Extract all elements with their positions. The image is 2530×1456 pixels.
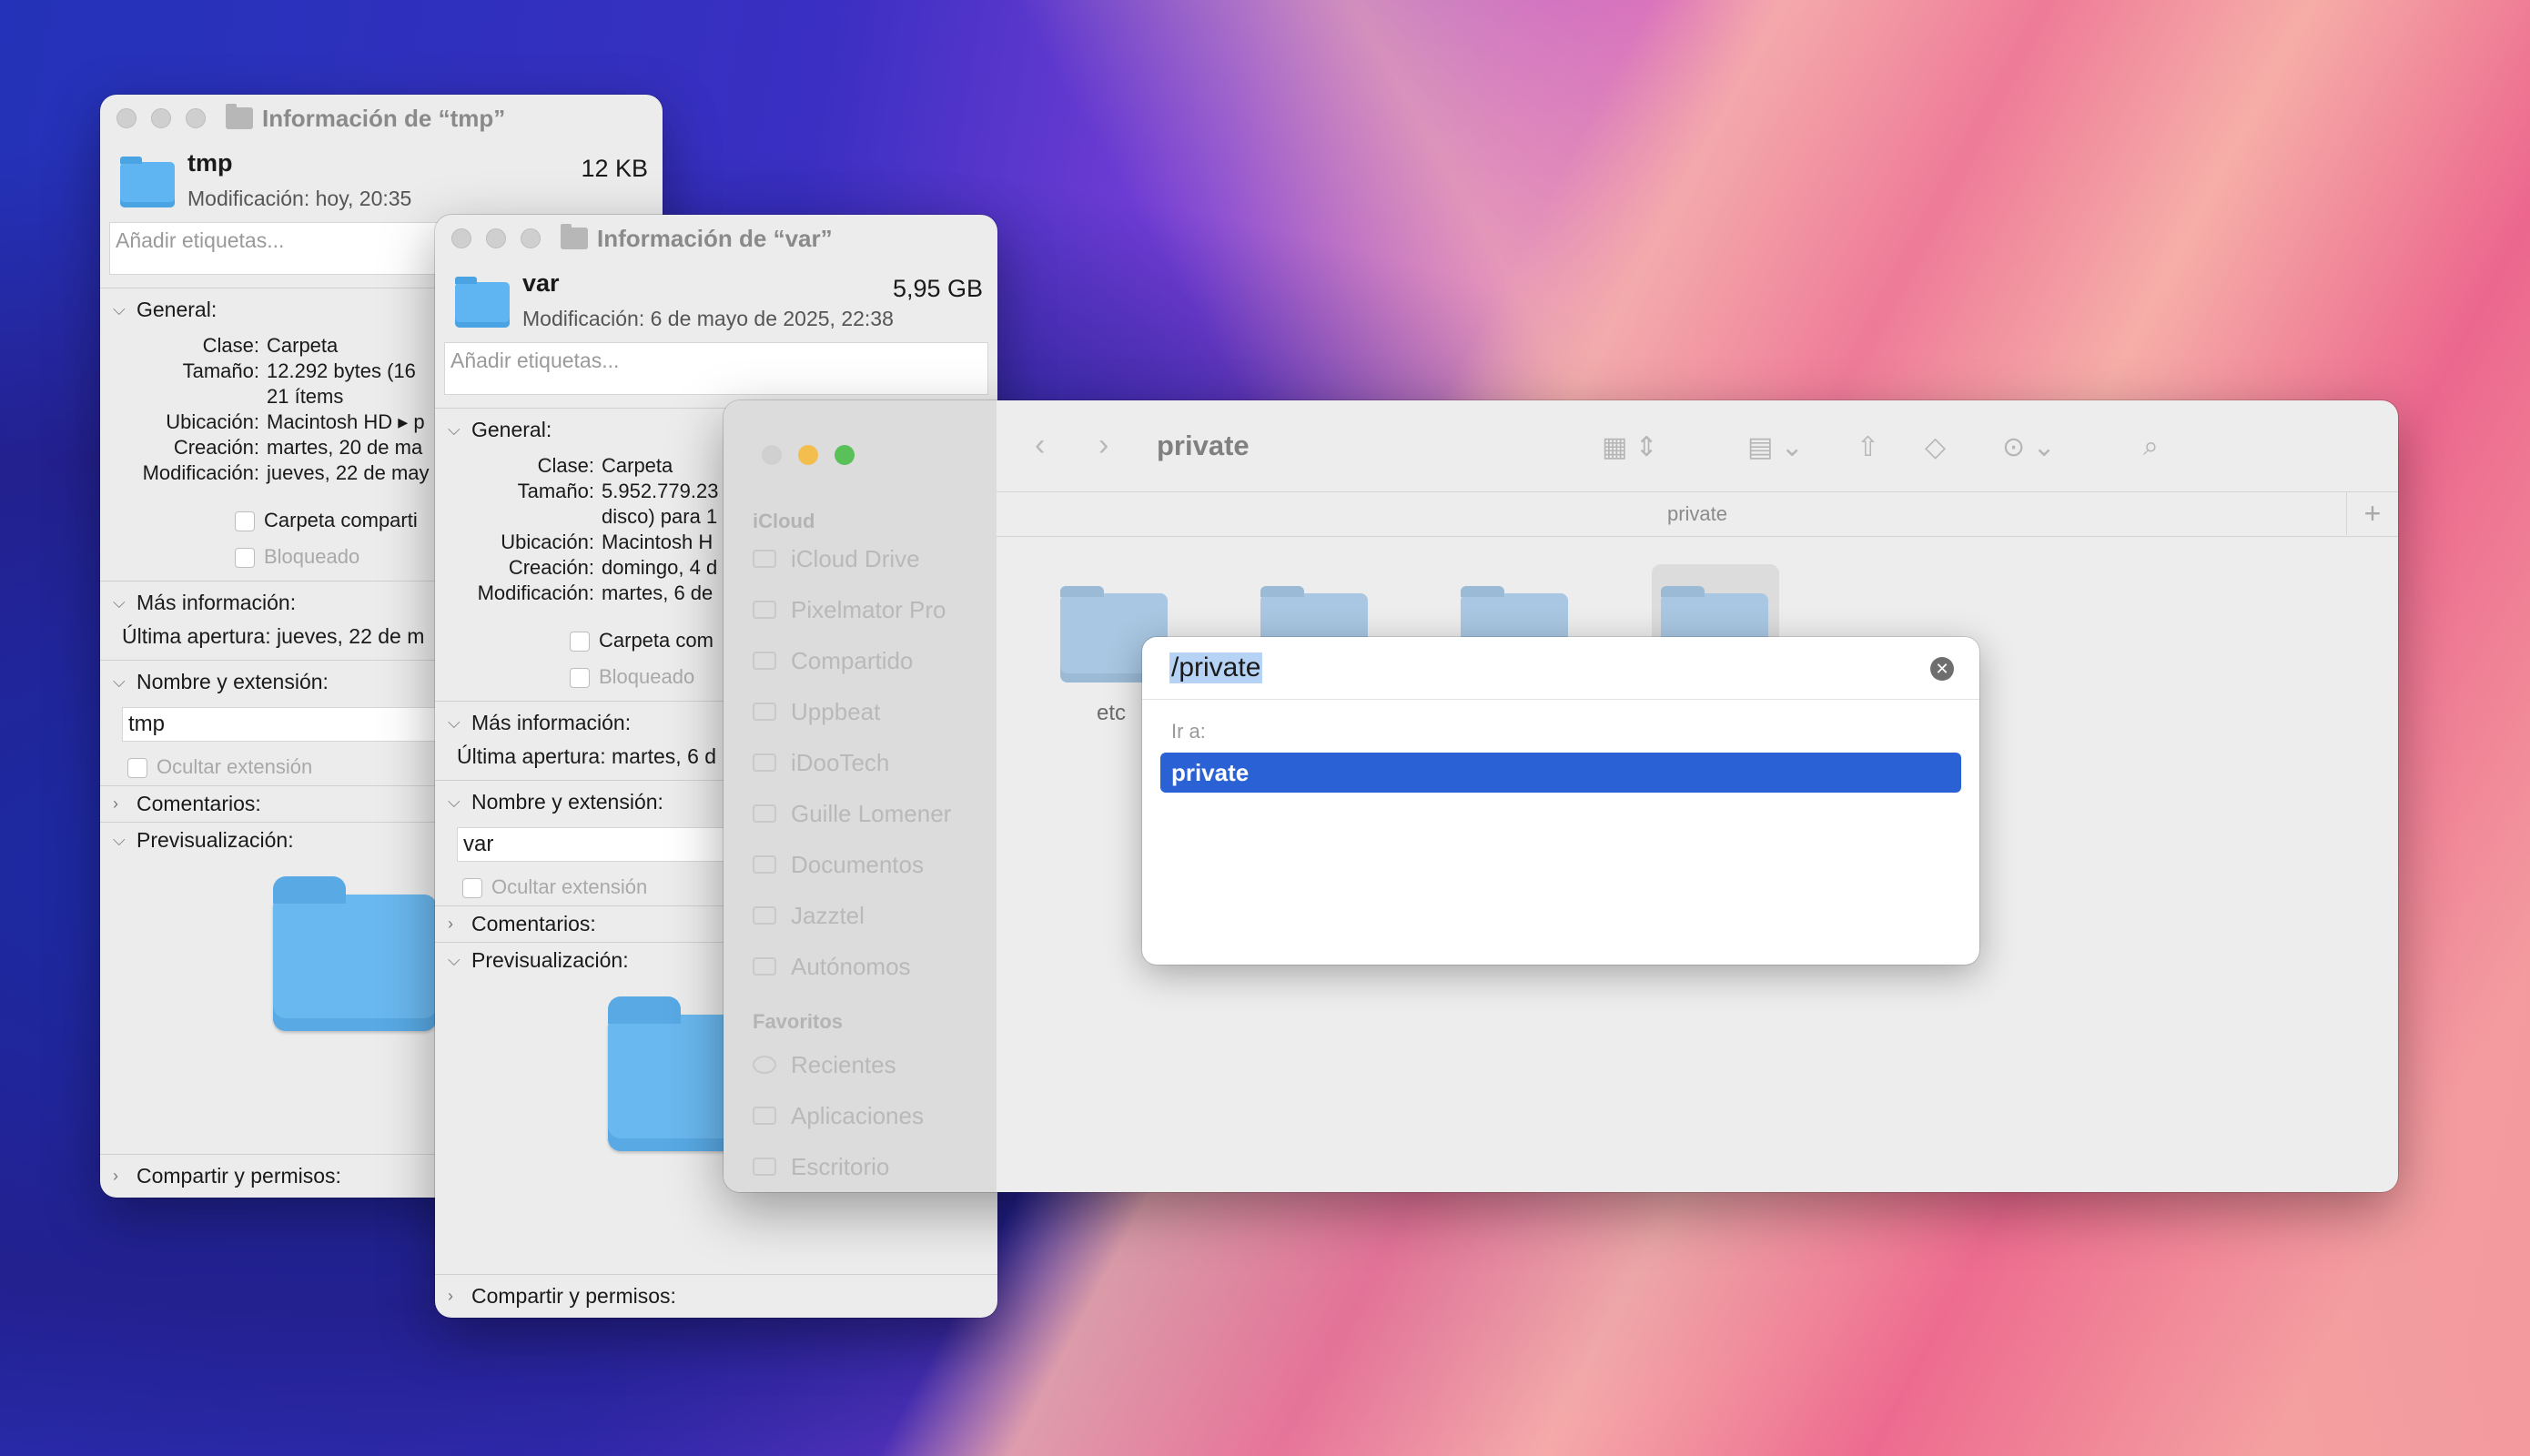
info-header: tmp Modificación: hoy, 20:35 12 KB — [100, 142, 663, 222]
folder-icon — [753, 753, 776, 772]
go-to-input-value[interactable]: /private — [1169, 652, 1263, 683]
item-name: tmp — [187, 149, 233, 177]
folder-icon — [753, 804, 776, 823]
zoom-button[interactable] — [835, 445, 855, 465]
folder-icon — [226, 104, 253, 129]
folder-icon — [753, 957, 776, 976]
folder-icon — [455, 277, 510, 328]
checkbox[interactable] — [570, 632, 590, 652]
group-icon[interactable]: ▤ ⌄ — [1747, 431, 1804, 463]
checkbox[interactable] — [235, 511, 255, 532]
finder-title: private — [1157, 430, 1250, 461]
sidebar-item[interactable]: Pixelmator Pro — [724, 584, 997, 635]
minimize-button[interactable] — [486, 228, 506, 248]
item-size: 12 KB — [581, 155, 648, 182]
traffic-lights — [724, 400, 997, 482]
finder-sidebar: iCloud iCloud Drive Pixelmator Pro Compa… — [724, 400, 997, 1192]
zoom-button[interactable] — [521, 228, 541, 248]
folder-label: etc — [1097, 701, 1127, 725]
sidebar-item[interactable]: Guille Lomener — [724, 788, 997, 839]
path-bar: private — [997, 491, 2398, 537]
shared-folder-icon — [753, 652, 776, 670]
clock-icon — [753, 1056, 776, 1074]
go-to-input[interactable]: /private ✕ — [1142, 637, 1979, 700]
minimize-button[interactable] — [151, 108, 171, 128]
sidebar-item[interactable]: Documentos — [724, 839, 997, 890]
tag-icon[interactable]: ◇ — [1925, 431, 1946, 463]
chevron-down-icon: ⌵ — [113, 300, 126, 318]
close-button[interactable] — [762, 445, 782, 465]
document-icon — [753, 855, 776, 874]
chevron-down-icon: ⌵ — [448, 951, 460, 969]
modified-date: Modificación: hoy, 20:35 — [187, 187, 412, 210]
section-label: General: — [137, 298, 218, 321]
more-actions-icon[interactable]: ⊙ ⌄ — [2002, 431, 2056, 463]
folder-icon — [753, 601, 776, 619]
chevron-right-icon: › — [448, 1287, 453, 1305]
checkbox[interactable] — [462, 878, 482, 899]
chevron-right-icon: › — [448, 915, 453, 933]
view-grid-icon[interactable]: ▦ ⇕ — [1602, 431, 1658, 463]
window-title-text: Información de “var” — [597, 224, 833, 252]
search-icon[interactable]: ⌕ — [2143, 431, 2159, 462]
clear-icon[interactable]: ✕ — [1930, 657, 1954, 681]
chevron-down-icon: ⌵ — [448, 420, 460, 439]
titlebar: Información de “tmp” — [100, 95, 663, 142]
window-title: Información de “var” — [561, 224, 833, 253]
back-button[interactable]: ‹ — [1035, 428, 1045, 463]
chevron-right-icon: › — [113, 1167, 118, 1185]
folder-icon — [120, 157, 175, 207]
window-title: Información de “tmp” — [226, 104, 506, 133]
sidebar-item-applications[interactable]: Aplicaciones — [724, 1090, 997, 1141]
zoom-button[interactable] — [186, 108, 206, 128]
chevron-down-icon: ⌵ — [113, 831, 126, 849]
sidebar-item[interactable]: Compartido — [724, 635, 997, 686]
chevron-down-icon: ⌵ — [448, 713, 460, 732]
folder-icon — [753, 703, 776, 721]
sidebar-item-recents[interactable]: Recientes — [724, 1039, 997, 1090]
window-title-text: Información de “tmp” — [262, 104, 506, 132]
chevron-down-icon: ⌵ — [448, 793, 460, 811]
close-button[interactable] — [451, 228, 471, 248]
sidebar-header-favorites: Favoritos — [753, 1010, 844, 1033]
go-to-label: Ir a: — [1171, 720, 1206, 743]
sidebar-item[interactable]: Autónomos — [724, 941, 997, 992]
item-size: 5,95 GB — [892, 275, 983, 302]
desktop-icon — [753, 1158, 776, 1176]
cloud-icon — [753, 550, 776, 568]
add-tab-button[interactable]: + — [2346, 491, 2398, 535]
close-button[interactable] — [116, 108, 137, 128]
checkbox[interactable] — [570, 668, 590, 689]
go-to-result[interactable]: private — [1160, 753, 1961, 793]
chevron-down-icon: ⌵ — [113, 593, 126, 612]
applications-icon — [753, 1107, 776, 1125]
sidebar-header-icloud: iCloud — [753, 510, 815, 532]
chevron-right-icon: › — [113, 794, 118, 813]
folder-preview-icon — [273, 876, 437, 1031]
item-name: var — [522, 269, 560, 297]
folder-icon — [561, 224, 588, 249]
sidebar-item-icloud-drive[interactable]: iCloud Drive — [724, 533, 997, 584]
share-icon[interactable]: ⇧ — [1857, 431, 1879, 463]
finder-toolbar: ‹ › private ▦ ⇕ ▤ ⌄ ⇧ ◇ ⊙ ⌄ ⌕ — [997, 400, 2398, 491]
sidebar-item[interactable]: Uppbeat — [724, 686, 997, 737]
sidebar-item-desktop[interactable]: Escritorio — [724, 1141, 997, 1192]
tags-field[interactable]: Añadir etiquetas... — [444, 342, 988, 395]
folder-icon — [753, 906, 776, 925]
modified-date: Modificación: 6 de mayo de 2025, 22:38 — [522, 307, 894, 330]
info-header: var Modificación: 6 de mayo de 2025, 22:… — [435, 262, 997, 342]
checkbox[interactable] — [235, 548, 255, 569]
sidebar-item[interactable]: Jazztel — [724, 890, 997, 941]
titlebar: Información de “var” — [435, 215, 997, 262]
minimize-button[interactable] — [798, 445, 818, 465]
sidebar-item[interactable]: iDooTech — [724, 737, 997, 788]
checkbox[interactable] — [127, 758, 147, 779]
section-sharing[interactable]: › Compartir y permisos: — [435, 1274, 997, 1318]
chevron-down-icon: ⌵ — [113, 672, 126, 691]
forward-button[interactable]: › — [1098, 428, 1108, 463]
go-to-folder-dialog: /private ✕ Ir a: private — [1142, 637, 1979, 965]
